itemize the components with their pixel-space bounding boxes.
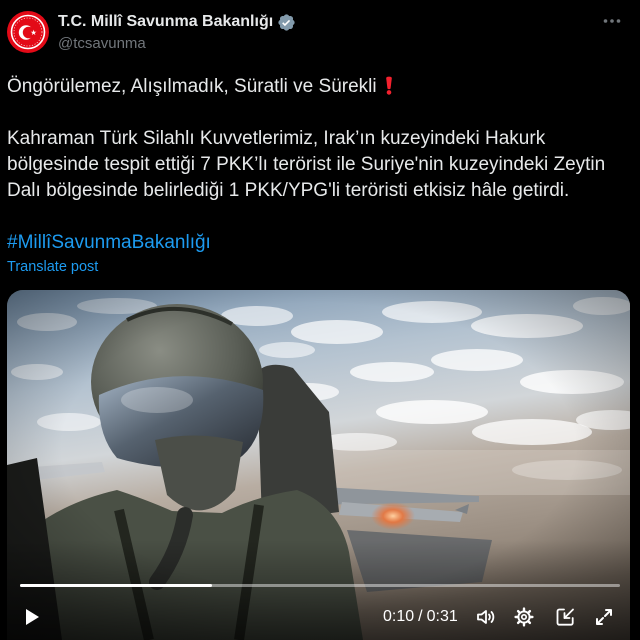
- more-options-icon[interactable]: [602, 13, 622, 29]
- author-handle[interactable]: @tcsavunma: [58, 35, 146, 52]
- turkish-defense-ministry-seal-icon: [7, 11, 49, 53]
- author-display-name[interactable]: T.C. Millî Savunma Bakanlığı: [58, 13, 273, 31]
- video-bottom-shade: [7, 540, 630, 640]
- post-text: Öngörülemez, Alışılmadık, Süratli ve Sür…: [7, 74, 633, 256]
- settings-gear-icon[interactable]: [514, 607, 534, 627]
- body-line: Kahraman Türk Silahlı Kuvvetlerimiz, Ira…: [7, 128, 546, 149]
- author-name-row: T.C. Millî Savunma Bakanlığı: [58, 12, 296, 32]
- body-line: bölgesinde tespit ettiği 7 PKK’lı teröri…: [7, 154, 606, 175]
- video-time-total: 0:31: [426, 608, 458, 625]
- video-scene: [7, 290, 630, 640]
- video-time-current: 0:10: [383, 608, 415, 625]
- video-progress-bar[interactable]: [20, 584, 620, 587]
- avatar[interactable]: [7, 11, 49, 53]
- translate-post-link[interactable]: Translate post: [7, 259, 98, 275]
- heavy-exclamation-mark-icon: [383, 76, 395, 95]
- headline-text: Öngörülemez, Alışılmadık, Süratli ve Sür…: [7, 76, 377, 97]
- video-player[interactable]: 0:10/0:31: [7, 290, 630, 640]
- volume-icon[interactable]: [475, 607, 497, 627]
- hashtag-line: #MillîSavunmaBakanlığı: [7, 230, 633, 256]
- hashtag-link[interactable]: #MillîSavunmaBakanlığı: [7, 232, 211, 253]
- video-time-separator: /: [418, 608, 423, 625]
- progress-fill: [20, 584, 212, 587]
- video-time-display: 0:10/0:31: [383, 608, 458, 626]
- play-icon[interactable]: [24, 607, 40, 627]
- headline-line: Öngörülemez, Alışılmadık, Süratli ve Sür…: [7, 74, 633, 100]
- picture-in-picture-icon[interactable]: [555, 607, 577, 627]
- verified-badge-icon[interactable]: [277, 13, 296, 32]
- body-line: Dalı bölgesinde belirlediği 1 PKK/YPG'li…: [7, 180, 570, 201]
- fullscreen-icon[interactable]: [594, 607, 614, 627]
